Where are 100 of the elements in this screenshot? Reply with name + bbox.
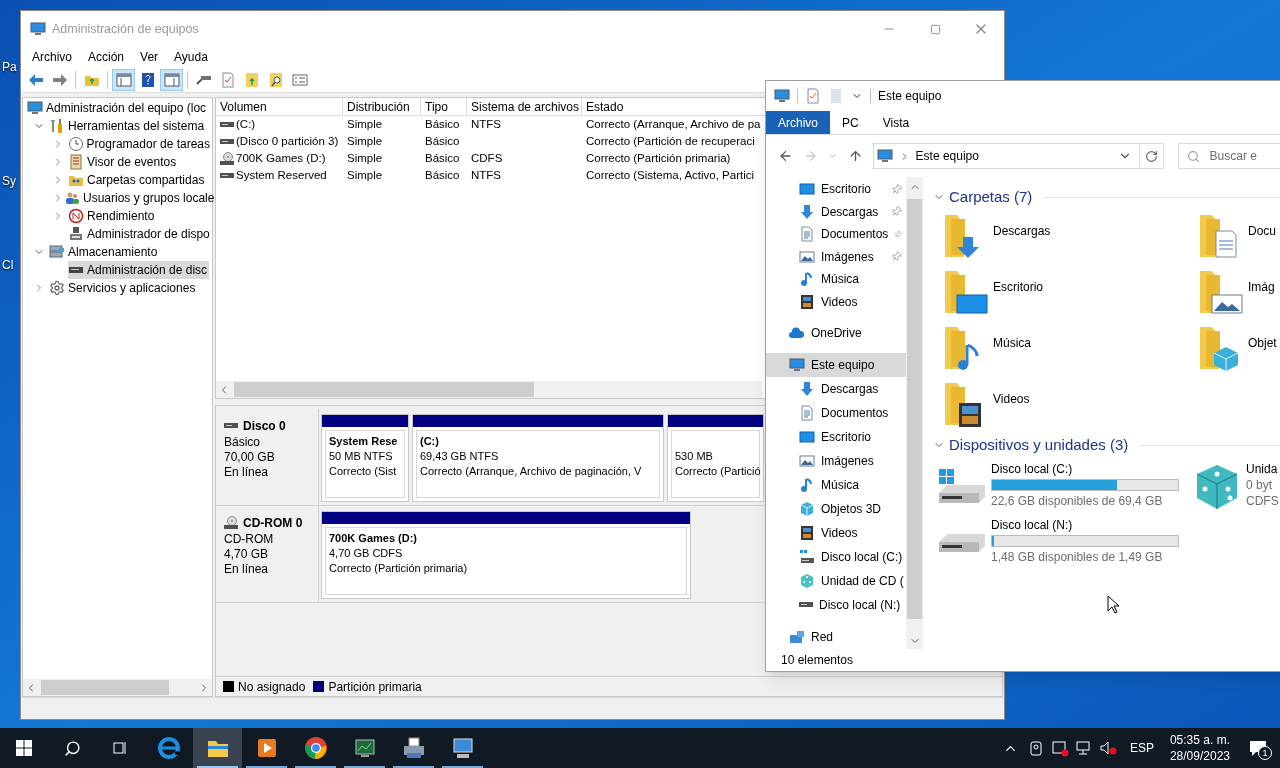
toolbar-button[interactable] bbox=[112, 68, 135, 91]
nav-item[interactable]: Escritorio bbox=[766, 178, 906, 201]
nav-item[interactable]: Música bbox=[766, 268, 906, 291]
partition-detail: Correcto (Partició bbox=[675, 464, 761, 479]
partition-detail: Correcto (Sist bbox=[329, 464, 397, 479]
search-field[interactable]: Buscar e bbox=[1177, 143, 1280, 169]
nav-item[interactable]: Este equipo bbox=[766, 353, 906, 377]
search-icon bbox=[63, 739, 81, 757]
address-bar[interactable]: Este equipo bbox=[872, 143, 1140, 169]
folder-tile[interactable]: Videos bbox=[933, 377, 1188, 433]
column-header[interactable]: Distribución bbox=[343, 98, 421, 115]
refresh-button[interactable] bbox=[1139, 143, 1164, 169]
tree-item[interactable]: Herramientas del sistema bbox=[49, 117, 207, 135]
partition-block[interactable]: System Rese 50 MB NTFS Correcto (Sist bbox=[321, 414, 409, 502]
partition-block[interactable]: (C:) 69,43 GB NTFS Correcto (Arranque, Archivo de paginación, V bbox=[412, 414, 664, 502]
drive-tile[interactable]: Unida 0 byt CDFS bbox=[1188, 459, 1280, 515]
nav-item[interactable]: Descargas bbox=[766, 200, 906, 223]
folder-tile[interactable]: Escritorio bbox=[933, 265, 1188, 321]
status-text: 10 elementos bbox=[781, 652, 854, 669]
mouse-cursor-icon bbox=[1107, 595, 1119, 614]
column-header[interactable]: Tipo bbox=[421, 98, 467, 115]
desktop-icon-label[interactable]: Sy bbox=[2, 172, 16, 190]
table-cell-text: Correcto (Sistema, Activo, Partici bbox=[586, 167, 755, 183]
help-icon bbox=[139, 71, 156, 88]
tree-item[interactable]: Administración de disc bbox=[68, 261, 210, 279]
nav-item[interactable]: Escritorio bbox=[766, 425, 906, 449]
scrollbar-thumb[interactable] bbox=[907, 199, 922, 619]
network-warning-icon bbox=[1050, 739, 1069, 757]
drive-tile[interactable]: Disco local (N:) 1,48 GB disponibles de 1,49 GB bbox=[933, 515, 1188, 571]
computer-icon bbox=[450, 736, 475, 760]
taskbar-app[interactable] bbox=[193, 728, 242, 768]
tree-item[interactable]: Servicios y aplicaciones bbox=[49, 279, 198, 297]
recent-dropdown-icon[interactable] bbox=[828, 151, 838, 161]
tree-item[interactable]: Administración del equipo (loc bbox=[27, 99, 209, 117]
tree-item[interactable]: Rendimiento bbox=[68, 207, 157, 225]
folder-tile[interactable]: Descargas bbox=[933, 209, 1188, 265]
nav-item[interactable]: Objetos 3D bbox=[766, 497, 906, 521]
nav-item[interactable]: Música bbox=[766, 473, 906, 497]
folder-tile[interactable]: Música bbox=[933, 321, 1188, 377]
partition-name: 700K Games (D:) bbox=[329, 531, 418, 546]
tree-item[interactable]: Visor de eventos bbox=[68, 153, 179, 171]
desktop-icon-label[interactable]: Pa bbox=[2, 58, 17, 76]
ribbon-tab[interactable]: Archivo bbox=[766, 111, 830, 134]
scrollbar-thumb[interactable] bbox=[41, 680, 169, 695]
partition-name: (C:) bbox=[420, 434, 439, 449]
nav-item[interactable]: OneDrive bbox=[766, 321, 906, 345]
notification-badge: 1 bbox=[1258, 746, 1272, 760]
clock[interactable]: 05:35 a. m. 28/09/2023 bbox=[1169, 732, 1230, 764]
menu-item[interactable]: Ver bbox=[132, 48, 167, 66]
group-header: Carpetas (7) bbox=[949, 186, 1033, 207]
folder-tile[interactable]: Objet bbox=[1188, 321, 1280, 377]
scrollbar-thumb[interactable] bbox=[234, 382, 534, 397]
table-cell-text: NTFS bbox=[471, 116, 502, 132]
column-header[interactable]: Sistema de archivos bbox=[467, 98, 582, 115]
windows-logo-icon bbox=[16, 740, 32, 756]
partition-detail: 50 MB NTFS bbox=[329, 449, 393, 464]
checklist-icon bbox=[805, 88, 821, 104]
nav-item[interactable]: Red bbox=[766, 625, 906, 649]
table-cell-text: Simple bbox=[347, 116, 383, 132]
folder-search-icon bbox=[267, 71, 284, 88]
maximize-icon bbox=[929, 23, 941, 35]
music-note-icon bbox=[799, 477, 815, 493]
table-cell-text: NTFS bbox=[471, 167, 502, 183]
folder-tile[interactable]: Imág bbox=[1188, 265, 1280, 321]
drive-tile[interactable]: Disco local (C:) 22,6 GB disponibles de 69,4 GB bbox=[933, 459, 1188, 515]
tree-item[interactable]: Almacenamiento bbox=[49, 243, 160, 261]
nav-item[interactable]: Videos bbox=[766, 290, 906, 313]
disk-detail: Básico bbox=[224, 435, 262, 450]
nav-item[interactable]: Descargas bbox=[766, 377, 906, 401]
nav-item[interactable]: Imágenes bbox=[766, 449, 906, 473]
toolbar-button[interactable] bbox=[160, 68, 183, 91]
chart-window-icon bbox=[352, 736, 377, 760]
drive-icon bbox=[937, 532, 987, 554]
nav-item[interactable]: Disco local (N:) bbox=[766, 593, 906, 617]
nav-item[interactable]: Imágenes bbox=[766, 245, 906, 268]
disk-detail: 70,00 GB bbox=[224, 450, 276, 465]
desktop-icon-label[interactable]: Cl bbox=[2, 256, 14, 274]
tree-item[interactable]: Carpetas compartidas bbox=[68, 171, 207, 189]
nav-item[interactable]: Unidad de CD ( bbox=[766, 569, 906, 593]
notification-button[interactable]: 1 bbox=[1236, 728, 1280, 768]
partition-detail: 530 MB bbox=[675, 449, 713, 464]
download-arrow-icon bbox=[799, 203, 815, 220]
table-cell-text: Básico bbox=[425, 167, 460, 183]
menu-item[interactable]: Archivo bbox=[24, 48, 80, 66]
menu-item[interactable]: Acción bbox=[80, 48, 133, 66]
folder-tile[interactable]: Docu bbox=[1188, 209, 1280, 265]
menu-item[interactable]: Ayuda bbox=[166, 48, 216, 66]
nav-item[interactable]: Documentos bbox=[766, 223, 906, 246]
column-header[interactable]: Volumen bbox=[216, 98, 343, 115]
nav-item[interactable]: Documentos bbox=[766, 401, 906, 425]
language-indicator[interactable]: ESP bbox=[1129, 739, 1154, 757]
partition-block[interactable]: 700K Games (D:) 4,70 GB CDFS Correcto (Partición primaria) bbox=[321, 511, 691, 599]
nav-item[interactable]: Videos bbox=[766, 521, 906, 545]
partition-block[interactable]: 530 MB Correcto (Partició bbox=[667, 414, 764, 502]
tree-item[interactable]: Programador de tareas bbox=[67, 135, 212, 153]
users-icon bbox=[64, 190, 80, 206]
nav-item[interactable]: Disco local (C:) bbox=[766, 545, 906, 569]
drive-icon bbox=[220, 120, 234, 129]
tree-item[interactable]: Usuarios y grupos locale bbox=[64, 189, 217, 207]
tree-item[interactable]: Administrador de dispo bbox=[68, 225, 212, 243]
